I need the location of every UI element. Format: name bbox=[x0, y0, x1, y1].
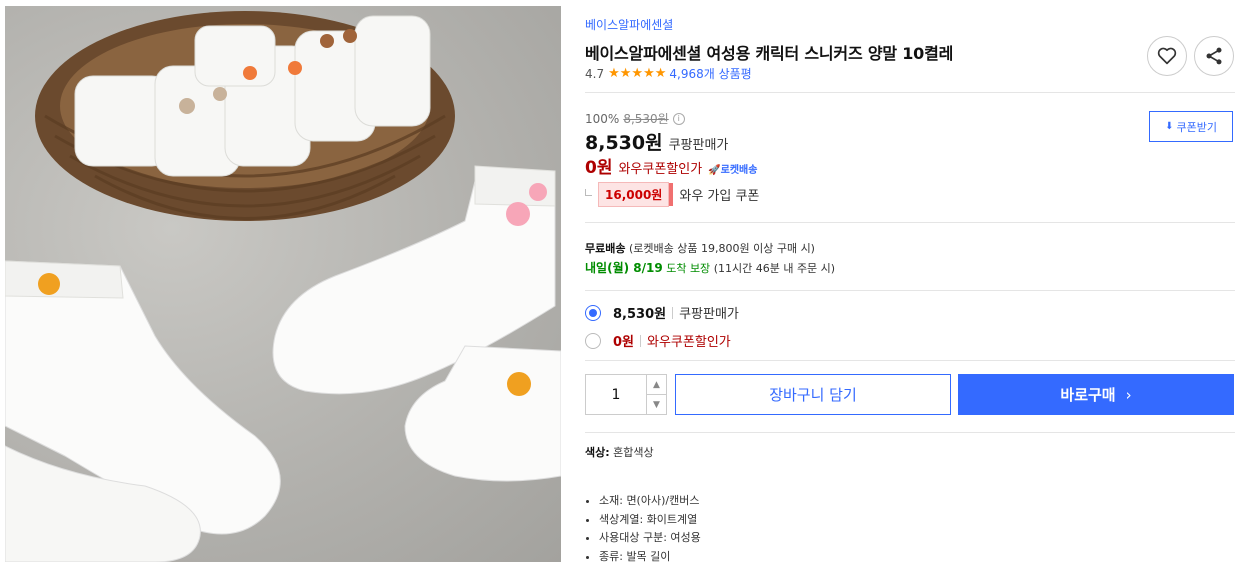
arrival-date: 내일(월) 8/19 bbox=[585, 261, 663, 275]
star-icon: ★ bbox=[631, 66, 644, 81]
divider bbox=[585, 360, 1235, 361]
rocket-badge-label: 로켓배송 bbox=[720, 165, 758, 176]
arrival-note: (11시간 46분 내 주문 시) bbox=[713, 262, 836, 275]
join-coupon-tag: 16,000원 bbox=[598, 182, 674, 207]
divider bbox=[585, 92, 1235, 93]
spec-item: 사용대상 구분: 여성용 bbox=[599, 529, 701, 548]
rating-value: 4.7 bbox=[585, 66, 605, 81]
increase-button[interactable]: ▲ bbox=[647, 375, 666, 395]
wishlist-button[interactable] bbox=[1147, 36, 1187, 76]
divider bbox=[585, 290, 1235, 291]
free-shipping-label: 무료배송 bbox=[585, 242, 626, 255]
original-price: 8,530원 bbox=[623, 112, 669, 126]
rocket-badge: 🚀로켓배송 bbox=[708, 161, 757, 176]
star-icon: ★ bbox=[654, 66, 667, 81]
chevron-down-icon: ▼ bbox=[653, 399, 660, 410]
original-price-row: 100% 8,530원 i bbox=[585, 110, 685, 127]
stepper-buttons: ▲ ▼ bbox=[646, 375, 666, 414]
discount-rate: 100% bbox=[585, 111, 620, 126]
price-option-seller[interactable]: 8,530원 쿠팡판매가 bbox=[585, 303, 739, 322]
share-button[interactable] bbox=[1194, 36, 1234, 76]
color-label: 색상: bbox=[585, 446, 610, 459]
info-icon[interactable]: i bbox=[672, 112, 685, 125]
color-attribute: 색상: 혼합색상 bbox=[585, 444, 654, 460]
get-coupon-button[interactable]: ⬇ 쿠폰받기 bbox=[1149, 111, 1233, 142]
sale-price-row: 8,530원 쿠팡판매가 bbox=[585, 128, 728, 155]
quantity-stepper[interactable]: ▲ ▼ bbox=[585, 374, 667, 415]
sale-price: 8,530원 bbox=[585, 132, 663, 154]
product-info-panel: 베이스알파에센셜 베이스알파에센셜 여성용 캐릭터 스니커즈 양말 10켤레 4… bbox=[585, 0, 1235, 566]
wow-price-row: 0원 와우쿠폰할인가 🚀로켓배송 bbox=[585, 153, 757, 178]
join-coupon-label: 와우 가입 쿠폰 bbox=[679, 189, 760, 204]
share-icon bbox=[1206, 47, 1222, 65]
coupon-button-label: 쿠폰받기 bbox=[1176, 120, 1217, 134]
chevron-up-icon: ▲ bbox=[653, 379, 660, 390]
wow-price-label: 와우쿠폰할인가 bbox=[618, 162, 703, 177]
option-price: 8,530원 bbox=[613, 307, 667, 322]
spec-item: 소재: 면(아사)/캔버스 bbox=[599, 492, 701, 511]
spec-list: 소재: 면(아사)/캔버스 색상계열: 화이트계열 사용대상 구분: 여성용 종… bbox=[585, 492, 701, 566]
brand-link[interactable]: 베이스알파에센셜 bbox=[585, 16, 673, 33]
separator bbox=[640, 334, 642, 347]
sale-price-label: 쿠팡판매가 bbox=[668, 138, 729, 153]
spec-item: 색상계열: 화이트계열 bbox=[599, 511, 701, 530]
rating-stars: ★ ★ ★ ★ ★ bbox=[608, 67, 666, 80]
option-label: 쿠팡판매가 bbox=[679, 307, 739, 322]
download-icon: ⬇ bbox=[1165, 121, 1174, 132]
decrease-button[interactable]: ▼ bbox=[647, 395, 666, 414]
divider bbox=[585, 432, 1235, 433]
rating-row: 4.7 ★ ★ ★ ★ ★ 4,968개 상품평 bbox=[585, 65, 752, 82]
arrival-suffix: 도착 보장 bbox=[666, 262, 711, 275]
join-coupon-row: 16,000원 와우 가입 쿠폰 bbox=[585, 182, 759, 207]
buy-now-label: 바로구매 bbox=[1060, 386, 1116, 404]
buy-now-button[interactable]: 바로구매 › bbox=[958, 374, 1234, 415]
review-count-link[interactable]: 4,968개 상품평 bbox=[669, 65, 751, 82]
star-icon: ★ bbox=[619, 66, 632, 81]
shipping-info: 무료배송 (로켓배송 상품 19,800원 이상 구매 시) bbox=[585, 240, 815, 256]
spec-item: 종류: 발목 길이 bbox=[599, 548, 701, 566]
separator bbox=[672, 306, 674, 319]
free-shipping-detail: (로켓배송 상품 19,800원 이상 구매 시) bbox=[628, 242, 815, 255]
product-title: 베이스알파에센셜 여성용 캐릭터 스니커즈 양말 10켤레 bbox=[585, 44, 954, 63]
option-price: 0원 bbox=[613, 335, 635, 350]
star-icon: ★ bbox=[643, 66, 655, 81]
add-to-cart-button[interactable]: 장바구니 담기 bbox=[675, 374, 951, 415]
star-icon: ★ bbox=[608, 66, 620, 81]
wow-price: 0원 bbox=[585, 158, 613, 178]
rocket-icon: 🚀 bbox=[708, 165, 721, 176]
radio-unselected[interactable] bbox=[585, 332, 601, 349]
arrival-info: 내일(월) 8/19 도착 보장 (11시간 46분 내 주문 시) bbox=[585, 259, 835, 276]
heart-icon bbox=[1157, 47, 1177, 65]
divider bbox=[585, 222, 1235, 223]
chevron-right-icon: › bbox=[1125, 385, 1132, 404]
corner-mark bbox=[585, 189, 592, 196]
option-label: 와우쿠폰할인가 bbox=[647, 335, 731, 350]
color-value: 혼합색상 bbox=[613, 446, 654, 459]
quantity-input[interactable] bbox=[586, 375, 646, 414]
price-option-wow[interactable]: 0원 와우쿠폰할인가 bbox=[585, 331, 731, 350]
radio-selected[interactable] bbox=[585, 304, 601, 321]
product-image[interactable] bbox=[5, 6, 561, 562]
